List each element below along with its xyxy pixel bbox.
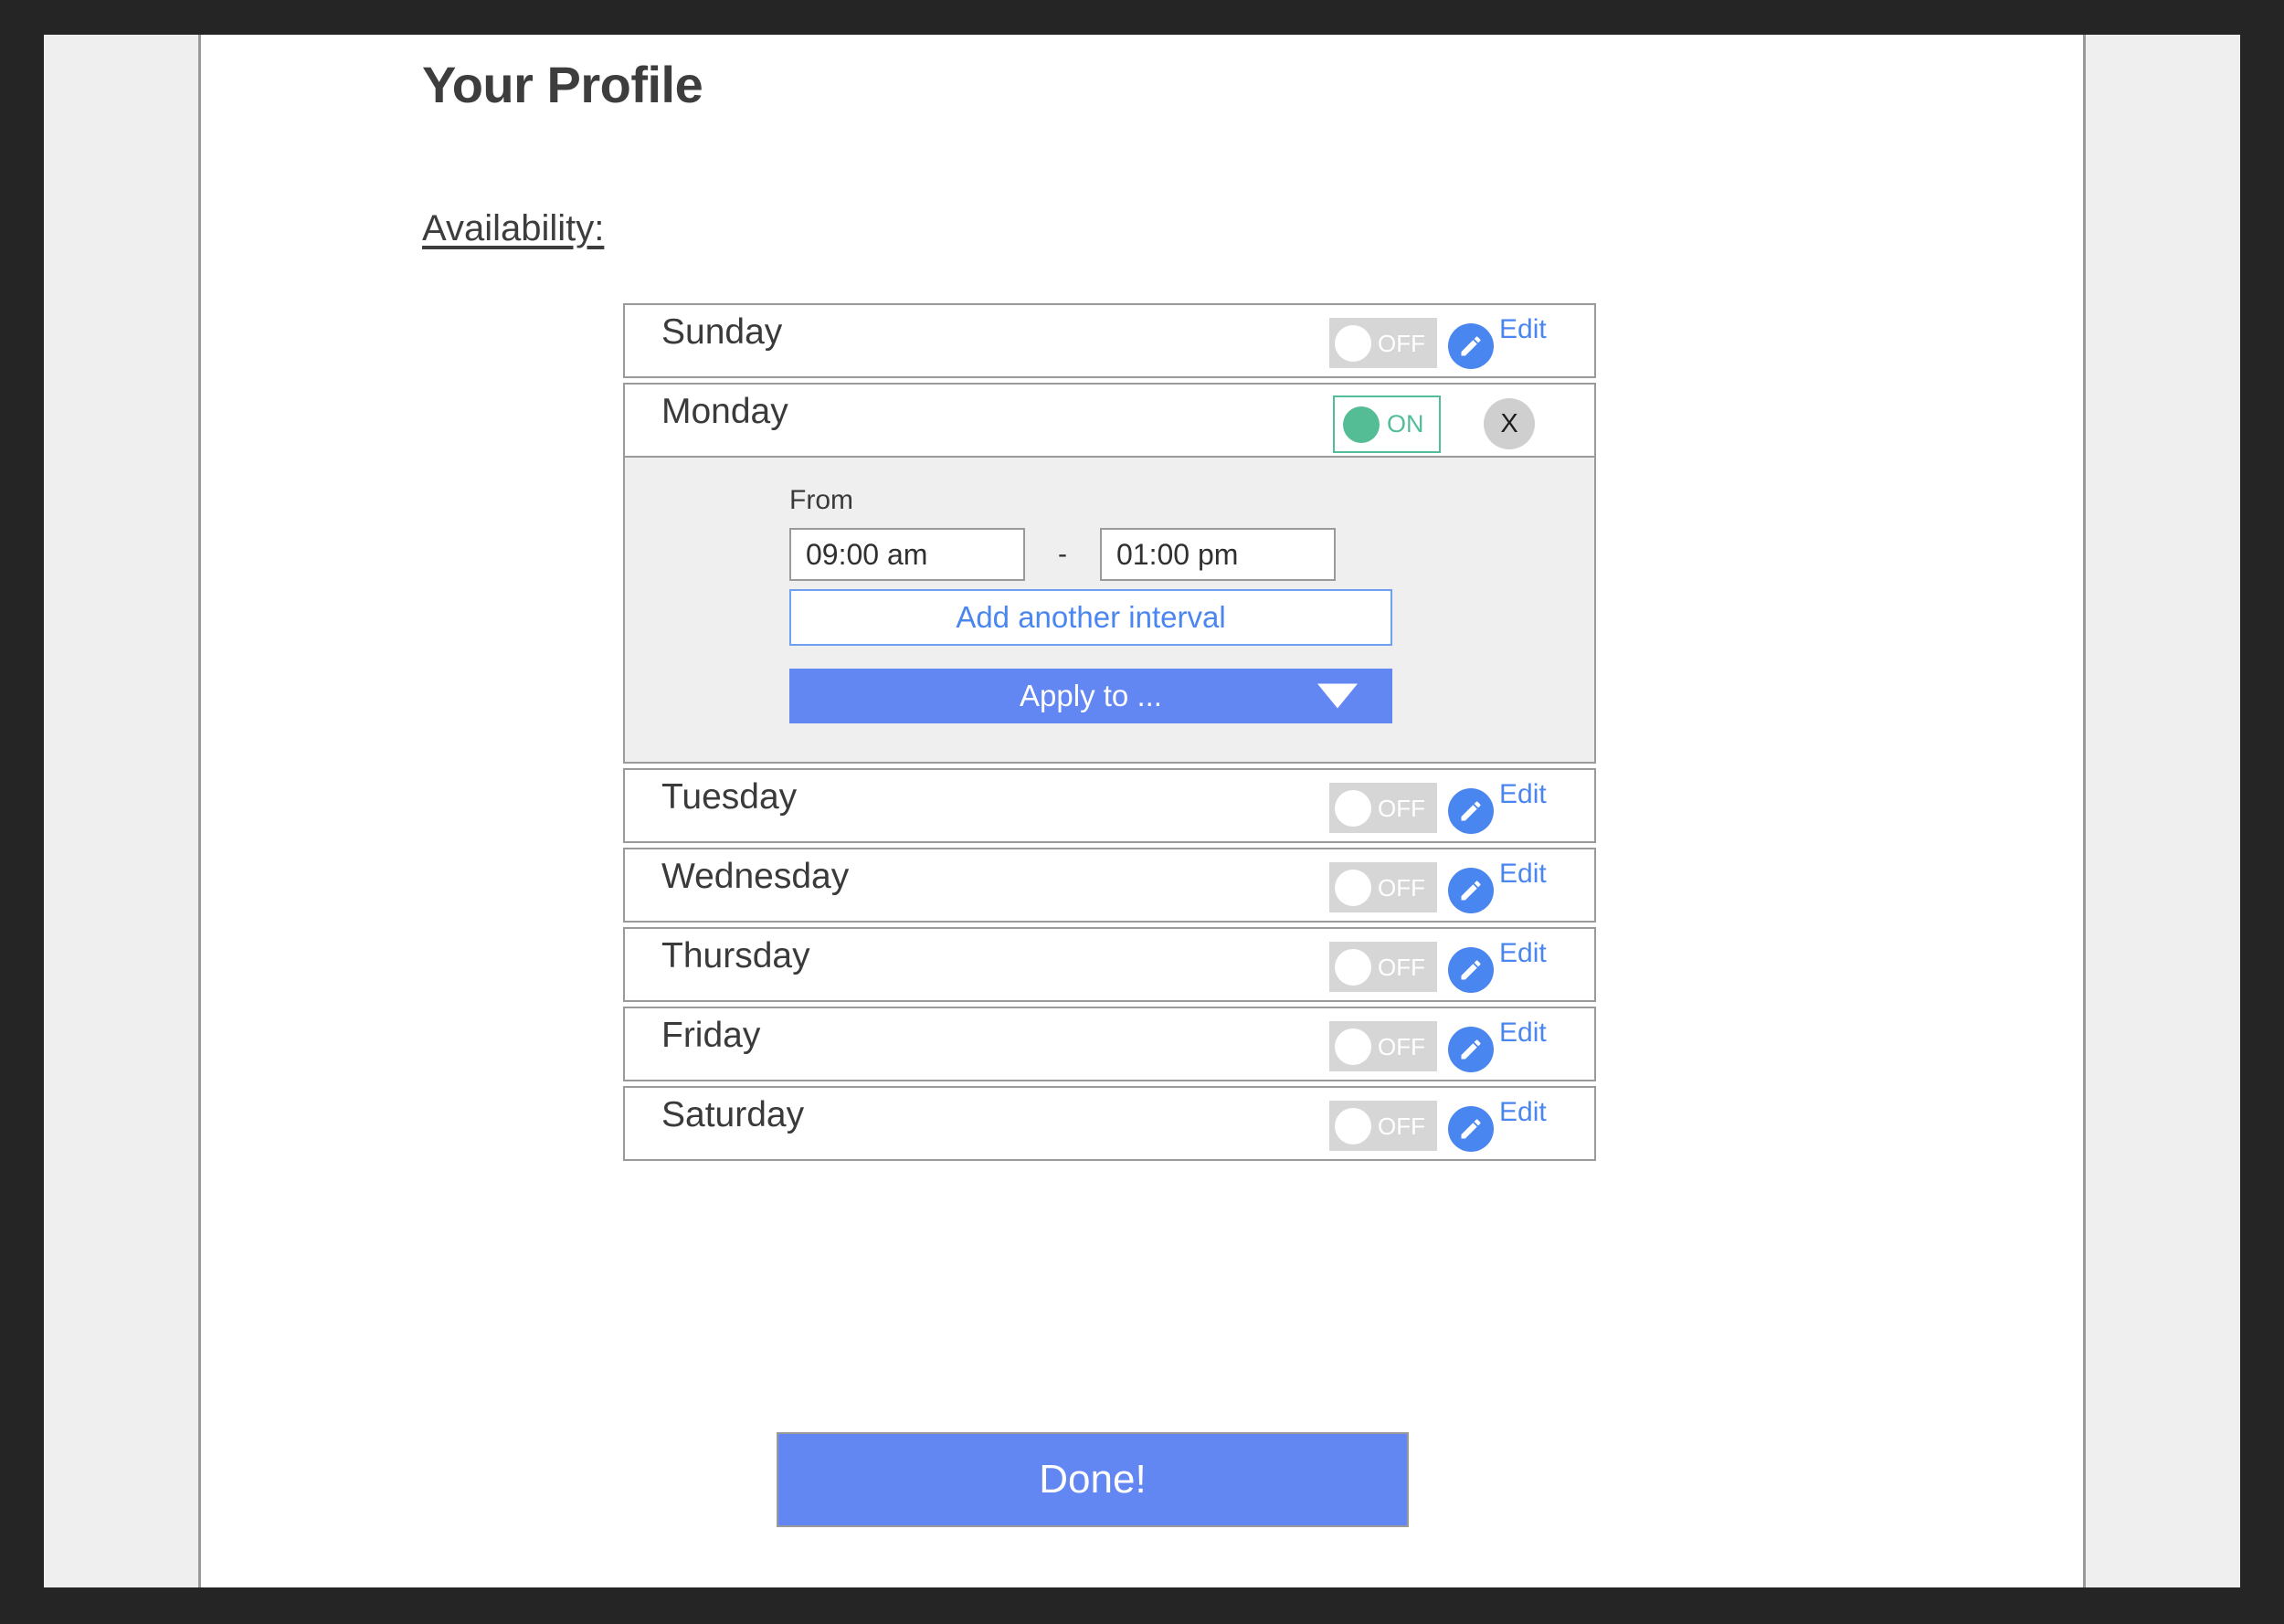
apply-to-dropdown[interactable]: Apply to ... (789, 669, 1392, 723)
chevron-down-icon (1317, 683, 1358, 709)
edit-group-wednesday[interactable]: Edit (1448, 859, 1576, 915)
availability-toggle-thursday[interactable]: OFF (1329, 942, 1437, 992)
close-icon[interactable]: X (1484, 398, 1535, 449)
edit-link-wednesday[interactable]: Edit (1499, 859, 1547, 890)
availability-toggle-tuesday[interactable]: OFF (1329, 783, 1437, 833)
time-range-separator: - (1058, 539, 1067, 569)
interval-row: 09:00 am - 01:00 pm (789, 528, 1594, 581)
edit-link-thursday[interactable]: Edit (1499, 938, 1547, 969)
day-row-sunday[interactable]: Sunday OFF Edit (623, 303, 1596, 378)
day-row-thursday[interactable]: Thursday OFF Edit (623, 927, 1596, 1002)
done-button[interactable]: Done! (777, 1432, 1409, 1527)
edit-group-friday[interactable]: Edit (1448, 1018, 1576, 1074)
day-label-saturday: Saturday (661, 1095, 805, 1134)
availability-toggle-sunday[interactable]: OFF (1329, 318, 1437, 368)
toggle-knob-icon (1335, 1028, 1371, 1065)
day-row-wednesday[interactable]: Wednesday OFF Edit (623, 848, 1596, 923)
edit-link-sunday[interactable]: Edit (1499, 314, 1547, 345)
toggle-state-label: OFF (1378, 873, 1425, 902)
pencil-icon[interactable] (1448, 868, 1494, 913)
toggle-knob-icon (1335, 1107, 1371, 1144)
day-row-friday[interactable]: Friday OFF Edit (623, 1007, 1596, 1081)
pencil-icon[interactable] (1448, 788, 1494, 834)
availability-toggle-saturday[interactable]: OFF (1329, 1101, 1437, 1151)
from-label: From (789, 485, 853, 515)
day-row-saturday[interactable]: Saturday OFF Edit (623, 1086, 1596, 1161)
toggle-state-label: OFF (1378, 1112, 1425, 1140)
day-label-friday: Friday (661, 1016, 761, 1055)
apply-to-label: Apply to ... (1020, 679, 1162, 712)
day-label-monday: Monday (661, 392, 788, 431)
toggle-knob-icon (1335, 324, 1371, 362)
day-label-tuesday: Tuesday (661, 777, 798, 817)
day-label-sunday: Sunday (661, 312, 783, 352)
edit-link-friday[interactable]: Edit (1499, 1018, 1547, 1049)
edit-group-sunday[interactable]: Edit (1448, 314, 1576, 371)
page-gutter-left (44, 35, 201, 1587)
browser-viewport: Your Profile Availability: Sunday OFF Ed… (44, 35, 2240, 1587)
page-gutter-right (2083, 35, 2240, 1587)
pencil-icon[interactable] (1448, 1106, 1494, 1152)
toggle-knob-icon (1335, 948, 1371, 986)
day-row-monday[interactable]: Monday ON X (623, 383, 1596, 458)
availability-toggle-monday[interactable]: ON (1333, 395, 1441, 453)
day-row-tuesday[interactable]: Tuesday OFF Edit (623, 768, 1596, 843)
add-another-interval-button[interactable]: Add another interval (789, 589, 1392, 646)
day-label-thursday: Thursday (661, 936, 810, 975)
start-time-input[interactable]: 09:00 am (789, 528, 1025, 581)
toggle-knob-icon (1335, 789, 1371, 827)
toggle-state-label: OFF (1378, 329, 1425, 357)
toggle-state-label: OFF (1378, 794, 1425, 822)
availability-toggle-friday[interactable]: OFF (1329, 1021, 1437, 1071)
toggle-state-label: ON (1387, 410, 1424, 438)
end-time-input[interactable]: 01:00 pm (1100, 528, 1336, 581)
page-title: Your Profile (422, 56, 703, 113)
pencil-icon[interactable] (1448, 323, 1494, 369)
edit-group-thursday[interactable]: Edit (1448, 938, 1576, 995)
edit-group-tuesday[interactable]: Edit (1448, 779, 1576, 836)
availability-toggle-wednesday[interactable]: OFF (1329, 862, 1437, 912)
day-label-wednesday: Wednesday (661, 857, 850, 896)
edit-link-saturday[interactable]: Edit (1499, 1097, 1547, 1128)
pencil-icon[interactable] (1448, 947, 1494, 993)
availability-section-label: Availability: (422, 208, 605, 248)
toggle-knob-icon (1343, 406, 1380, 443)
availability-day-list: Sunday OFF Edit Monday ON X From 09:00 a… (623, 303, 1596, 1165)
edit-group-saturday[interactable]: Edit (1448, 1097, 1576, 1154)
edit-link-tuesday[interactable]: Edit (1499, 779, 1547, 810)
pencil-icon[interactable] (1448, 1027, 1494, 1072)
interval-editor-monday: From 09:00 am - 01:00 pm Add another int… (623, 458, 1596, 764)
profile-page: Your Profile Availability: Sunday OFF Ed… (201, 35, 2083, 1587)
toggle-state-label: OFF (1378, 953, 1425, 981)
toggle-knob-icon (1335, 869, 1371, 906)
toggle-state-label: OFF (1378, 1032, 1425, 1060)
